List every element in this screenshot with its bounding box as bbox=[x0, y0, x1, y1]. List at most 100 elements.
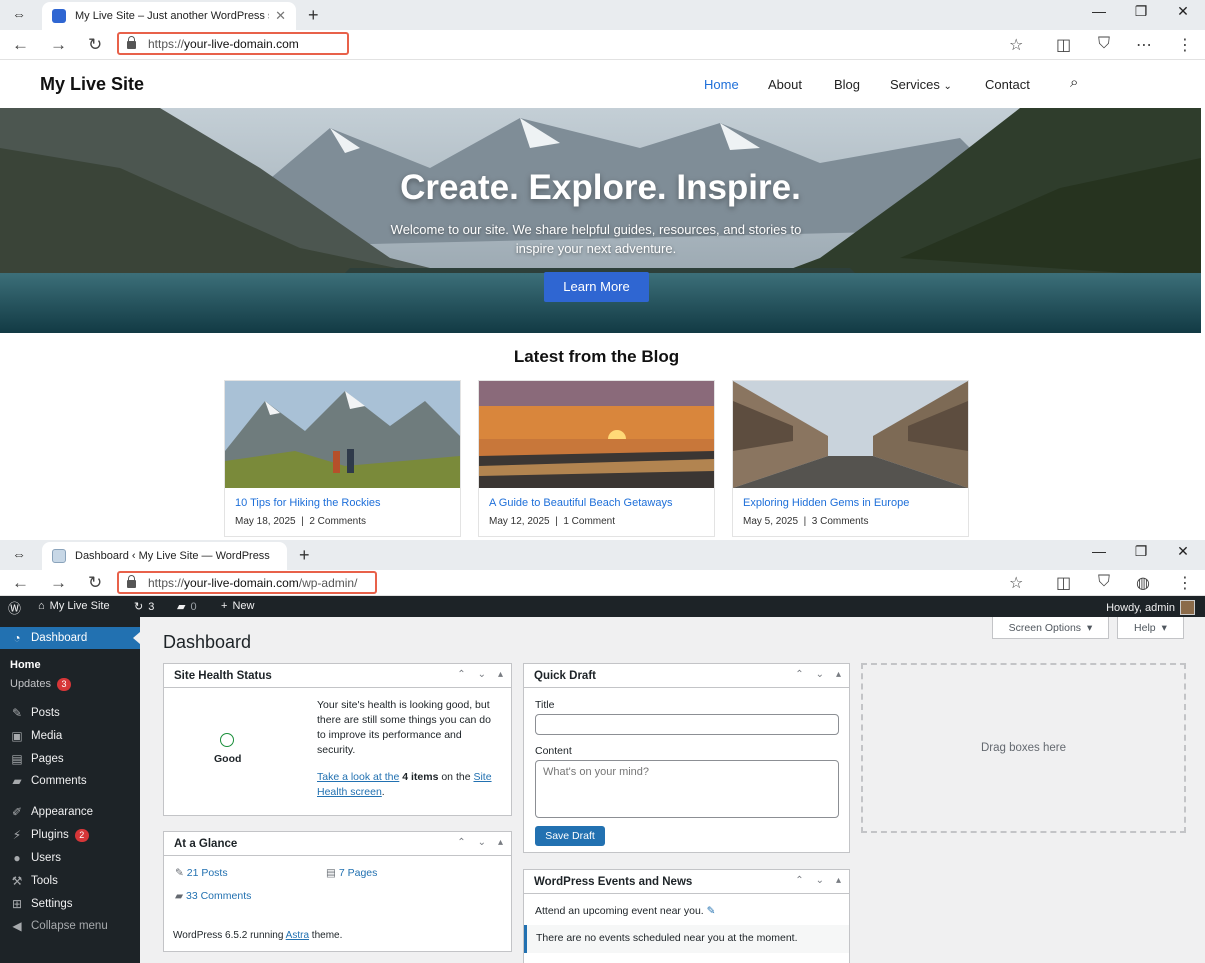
admin-bar-new[interactable]: + New bbox=[221, 600, 254, 612]
extensions-icon[interactable]: ⋯ bbox=[1136, 35, 1152, 55]
forward-icon[interactable]: → bbox=[50, 573, 67, 593]
move-down-icon[interactable]: ⌄ bbox=[478, 837, 486, 848]
pencil-icon[interactable]: ✎ bbox=[707, 905, 716, 917]
menu-dots-icon[interactable]: ⋮ bbox=[1177, 35, 1193, 55]
move-down-icon[interactable]: ⌄ bbox=[816, 669, 824, 680]
submenu-home[interactable]: Home bbox=[10, 659, 41, 671]
close-tab-icon[interactable]: ✕ bbox=[275, 8, 286, 24]
hikers-mountains-image[interactable] bbox=[225, 381, 460, 488]
glance-comments[interactable]: ▰ 33 Comments bbox=[175, 890, 251, 902]
copilot-icon[interactable]: ◍ bbox=[1136, 573, 1150, 593]
browser-essentials-icon[interactable]: ⛉ bbox=[1098, 573, 1110, 591]
nav-blog[interactable]: Blog bbox=[834, 77, 860, 92]
move-down-icon[interactable]: ⌄ bbox=[478, 669, 486, 680]
sidebar-item-settings[interactable]: ⊞ Settings bbox=[0, 893, 140, 915]
url-field[interactable]: https://your-live-domain.com bbox=[117, 32, 349, 55]
post-comments[interactable]: 1 Comment bbox=[563, 516, 615, 527]
move-up-icon[interactable]: ⌃ bbox=[795, 875, 803, 886]
search-icon[interactable]: ⌕ bbox=[1070, 74, 1078, 91]
glance-posts-link[interactable]: 21 Posts bbox=[187, 867, 228, 879]
browser-tab[interactable]: My Live Site – Just another WordPress si… bbox=[42, 2, 296, 30]
back-icon[interactable]: ← bbox=[12, 573, 29, 593]
collapse-menu[interactable]: ◀ Collapse menu bbox=[0, 915, 140, 937]
close-window-icon[interactable]: ✕ bbox=[1175, 3, 1191, 20]
admin-bar-updates[interactable]: ↻ 3 bbox=[134, 600, 154, 614]
nav-services[interactable]: Services ⌄ bbox=[890, 77, 952, 92]
draft-title-input[interactable] bbox=[535, 714, 839, 735]
admin-bar-site[interactable]: ⌂ My Live Site bbox=[38, 600, 110, 612]
post-comments[interactable]: 3 Comments bbox=[812, 516, 869, 527]
restore-icon[interactable]: ❐ bbox=[1133, 3, 1149, 20]
sidebar-item-plugins[interactable]: ⚡ Plugins 2 bbox=[0, 824, 140, 846]
glance-posts[interactable]: ✎ 21 Posts bbox=[175, 867, 228, 879]
sidebar-item-comments[interactable]: ▰ Comments bbox=[0, 770, 140, 792]
glance-pages[interactable]: ▤ 7 Pages bbox=[326, 867, 377, 879]
post-title[interactable]: A Guide to Beautiful Beach Getaways bbox=[489, 497, 672, 509]
glance-comments-link[interactable]: 33 Comments bbox=[186, 890, 251, 902]
post-comments[interactable]: 2 Comments bbox=[309, 516, 366, 527]
browser-essentials-icon[interactable]: ⛉ bbox=[1098, 35, 1110, 53]
health-status: Good bbox=[214, 753, 242, 765]
drag-boxes-dropzone[interactable]: Drag boxes here bbox=[861, 663, 1186, 833]
nav-about[interactable]: About bbox=[768, 77, 802, 92]
beach-sunset-image[interactable] bbox=[479, 381, 714, 488]
post-title[interactable]: 10 Tips for Hiking the Rockies bbox=[235, 497, 381, 509]
sidebar-item-media[interactable]: ▣ Media bbox=[0, 725, 140, 747]
screen-options-button[interactable]: Screen Options ▾ bbox=[992, 617, 1109, 639]
back-icon[interactable]: ← bbox=[12, 35, 29, 55]
admin-bar-account[interactable]: Howdy, admin bbox=[1106, 600, 1195, 615]
site-logo[interactable]: My Live Site bbox=[40, 74, 144, 95]
split-screen-icon[interactable]: ◫ bbox=[1056, 573, 1071, 593]
toggle-icon[interactable]: ▴ bbox=[498, 837, 503, 848]
restore-icon[interactable]: ❐ bbox=[1133, 543, 1149, 560]
theme-link[interactable]: Astra bbox=[286, 930, 309, 941]
nav-contact[interactable]: Contact bbox=[985, 77, 1030, 92]
admin-bar-comments[interactable]: ▰ 0 bbox=[177, 600, 197, 614]
browser-tab[interactable]: Dashboard ‹ My Live Site — WordPress bbox=[42, 542, 287, 570]
new-tab-icon[interactable]: + bbox=[299, 545, 310, 566]
toggle-icon[interactable]: ▴ bbox=[498, 669, 503, 680]
wordpress-logo-icon[interactable]: Ⓦ bbox=[8, 598, 21, 617]
sidebar-item-dashboard[interactable]: ◔ Dashboard bbox=[0, 627, 140, 649]
blog-card[interactable]: 10 Tips for Hiking the Rockies May 18, 2… bbox=[224, 380, 461, 537]
admin-bar-site-name: My Live Site bbox=[49, 600, 110, 612]
blog-card[interactable]: Exploring Hidden Gems in Europe May 5, 2… bbox=[732, 380, 969, 537]
draft-content-textarea[interactable]: What's on your mind? bbox=[535, 760, 839, 818]
submenu-updates-label: Updates bbox=[10, 678, 51, 690]
learn-more-button[interactable]: Learn More bbox=[544, 272, 649, 302]
post-title[interactable]: Exploring Hidden Gems in Europe bbox=[743, 497, 909, 509]
move-up-icon[interactable]: ⌃ bbox=[795, 669, 803, 680]
sidebar-item-pages[interactable]: ▤ Pages bbox=[0, 748, 140, 770]
menu-dots-icon[interactable]: ⋮ bbox=[1177, 573, 1193, 593]
glance-pages-link[interactable]: 7 Pages bbox=[339, 867, 378, 879]
toggle-icon[interactable]: ▴ bbox=[836, 875, 841, 886]
split-screen-icon[interactable]: ◫ bbox=[1056, 35, 1071, 55]
help-button[interactable]: Help ▾ bbox=[1117, 617, 1184, 639]
url-field[interactable]: https://your-live-domain.com/wp-admin/ bbox=[117, 571, 377, 594]
sidebar-item-tools[interactable]: ⚒ Tools bbox=[0, 870, 140, 892]
move-up-icon[interactable]: ⌃ bbox=[457, 669, 465, 680]
health-link[interactable]: Take a look at the bbox=[317, 771, 399, 783]
reload-icon[interactable]: ↻ bbox=[88, 35, 102, 55]
minimize-icon[interactable]: — bbox=[1091, 543, 1107, 560]
save-draft-button[interactable]: Save Draft bbox=[535, 826, 605, 846]
move-down-icon[interactable]: ⌄ bbox=[816, 875, 824, 886]
favorite-star-icon[interactable]: ☆ bbox=[1009, 35, 1023, 55]
close-window-icon[interactable]: ✕ bbox=[1175, 543, 1191, 560]
european-street-image[interactable] bbox=[733, 381, 968, 488]
workspaces-icon[interactable]: ⇔ bbox=[10, 6, 28, 24]
workspaces-icon[interactable]: ⇔ bbox=[10, 546, 28, 564]
favorite-star-icon[interactable]: ☆ bbox=[1009, 573, 1023, 593]
new-tab-icon[interactable]: + bbox=[308, 5, 319, 26]
sidebar-item-posts[interactable]: ✎ Posts bbox=[0, 702, 140, 724]
sidebar-item-users[interactable]: ● Users bbox=[0, 847, 140, 869]
toggle-icon[interactable]: ▴ bbox=[836, 669, 841, 680]
submenu-updates[interactable]: Updates 3 bbox=[10, 678, 71, 691]
reload-icon[interactable]: ↻ bbox=[88, 573, 102, 593]
minimize-icon[interactable]: — bbox=[1091, 3, 1107, 20]
sidebar-item-appearance[interactable]: ✐ Appearance bbox=[0, 801, 140, 823]
nav-home[interactable]: Home bbox=[704, 77, 739, 92]
move-up-icon[interactable]: ⌃ bbox=[457, 837, 465, 848]
forward-icon[interactable]: → bbox=[50, 35, 67, 55]
blog-card[interactable]: A Guide to Beautiful Beach Getaways May … bbox=[478, 380, 715, 537]
